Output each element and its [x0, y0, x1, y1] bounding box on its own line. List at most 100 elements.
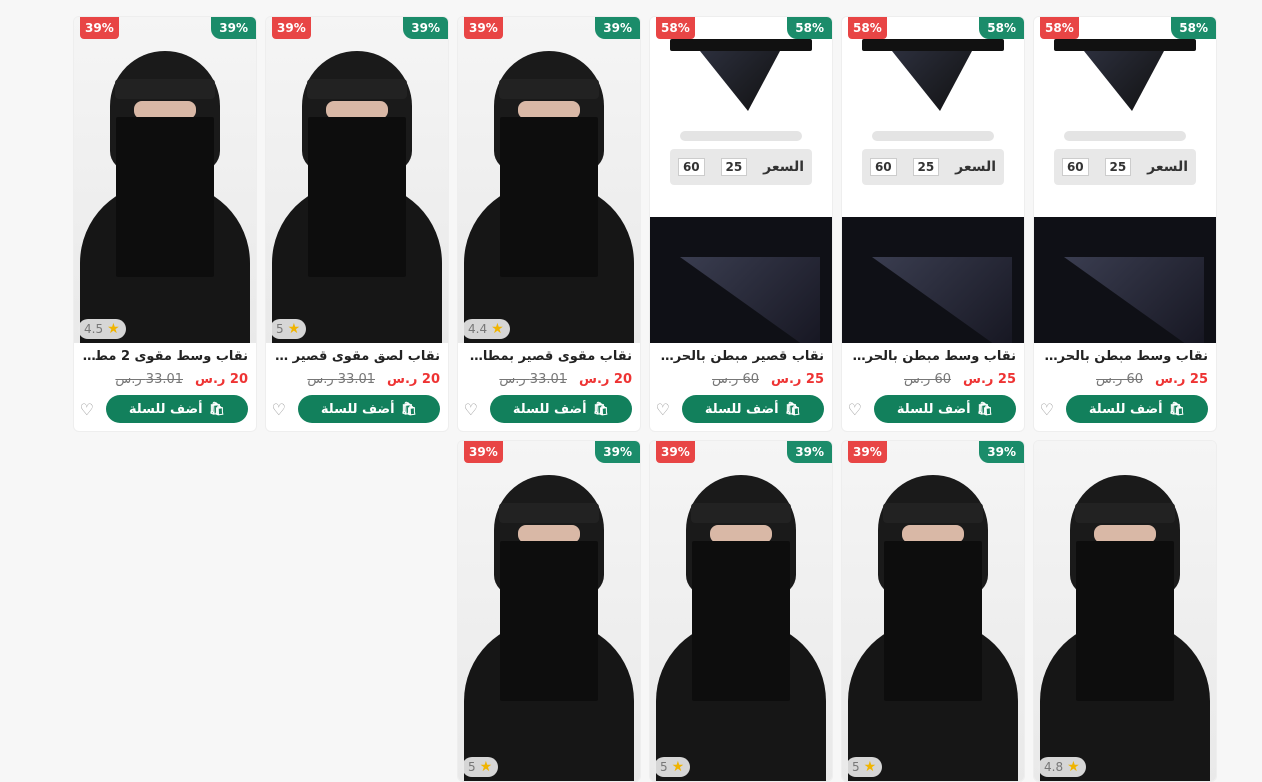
product-title[interactable]: نقاب وسط مقوى 2 مطاط...: [82, 349, 248, 364]
product-image[interactable]: 39% 39% 4.5 ★: [74, 17, 256, 343]
star-icon: ★: [1067, 759, 1080, 775]
discount-badge: 58%: [656, 17, 695, 39]
product-card[interactable]: 60 25 السعر 58% 58% نقاب وسط مبطن بالحرير.…: [841, 16, 1025, 432]
product-image[interactable]: 4.8 ★: [1034, 441, 1216, 781]
product-title[interactable]: نقاب لصق مقوى قصير بمطا...: [274, 349, 440, 364]
discount-badge: 39%: [848, 441, 887, 463]
discount-badge-green: 39%: [211, 17, 256, 39]
product-image[interactable]: 60 25 السعر 58% 58%: [842, 17, 1024, 343]
star-icon: ★: [287, 321, 301, 337]
diagram-old-price: 60: [677, 158, 705, 176]
price-current: 25 ر.س: [1155, 372, 1208, 387]
add-to-cart-label: أضف للسلة: [512, 401, 587, 417]
discount-badge-green: 58%: [787, 17, 832, 39]
price-current: 25 ر.س: [771, 372, 824, 387]
price-current: 20 ر.س: [387, 372, 440, 387]
add-to-cart-button[interactable]: 🛍 أضف للسلة: [298, 395, 440, 423]
product-card[interactable]: 39% 39% 4.5★ نقاب وسط مقوى 2 مطاط... 20 …: [73, 16, 257, 432]
product-diagram-image: 60 25 السعر: [650, 17, 832, 343]
product-image[interactable]: 39% 39% 5 ★: [458, 441, 640, 781]
rating-badge: 5 ★: [462, 757, 499, 777]
heart-icon[interactable]: ♡: [464, 398, 478, 420]
rating-badge: 4.4 ★: [462, 319, 510, 339]
diagram-old-price: 60: [1061, 158, 1089, 176]
product-image[interactable]: 39% 39% 5 ★: [266, 17, 448, 343]
product-card[interactable]: 39% 39% 5 ★: [457, 440, 641, 782]
rating-value: 5: [276, 322, 284, 336]
discount-badge-green: 39%: [595, 441, 640, 463]
product-title[interactable]: نقاب مقوى قصير بمطاط مائل: [466, 349, 632, 364]
product-card[interactable]: 39% 39% 4.4★ نقاب مقوى قصير بمطاط مائل 2…: [457, 16, 641, 432]
add-to-cart-button[interactable]: 🛍 أضف للسلة: [682, 395, 824, 423]
product-image[interactable]: 39% 39% 5 ★: [650, 441, 832, 781]
discount-badge-green: 39%: [787, 441, 832, 463]
heart-icon[interactable]: ♡: [1040, 398, 1054, 420]
add-to-cart-button[interactable]: 🛍 أضف للسلة: [106, 395, 248, 423]
product-title[interactable]: نقاب وسط مبطن بالحرير...: [1042, 349, 1208, 364]
product-diagram-image: 60 25 السعر: [1034, 17, 1216, 343]
diagram-new-price: 25: [912, 158, 940, 176]
product-photo: [74, 17, 256, 343]
product-card[interactable]: 4.8 ★: [1033, 440, 1217, 782]
discount-badge: 39%: [80, 17, 119, 39]
discount-badge: 39%: [656, 441, 695, 463]
star-icon: ★: [107, 321, 120, 337]
heart-icon[interactable]: ♡: [80, 398, 94, 420]
add-to-cart-label: أضف للسلة: [1088, 401, 1163, 417]
price-old: 60 ر.س: [712, 372, 760, 387]
star-icon: ★: [491, 321, 504, 337]
bag-icon: 🛍: [208, 401, 226, 417]
add-to-cart-label: أضف للسلة: [704, 401, 779, 417]
price-current: 20 ر.س: [195, 372, 248, 387]
add-to-cart-button[interactable]: 🛍 أضف للسلة: [490, 395, 632, 423]
bag-icon: 🛍: [592, 401, 610, 417]
product-image[interactable]: 39% 39% 5 ★: [842, 441, 1024, 781]
product-card[interactable]: 39% 39% 5 ★: [649, 440, 833, 782]
rating-badge: 4.8 ★: [1038, 757, 1086, 777]
product-card[interactable]: 39% 39% 5★ نقاب لصق مقوى قصير بمطا... 20…: [265, 16, 449, 432]
rating-value: 4.4: [468, 322, 488, 336]
price-old: 33.01 ر.س: [307, 372, 376, 387]
rating-value: 5: [468, 760, 476, 774]
bag-icon: 🛍: [400, 401, 418, 417]
star-icon: ★: [671, 759, 685, 775]
diagram-price-word: السعر: [955, 159, 997, 175]
product-title[interactable]: نقاب وسط مبطن بالحرير...: [850, 349, 1016, 364]
diagram-new-price: 25: [1104, 158, 1132, 176]
heart-icon[interactable]: ♡: [848, 398, 862, 420]
product-image[interactable]: 60 25 السعر 58% 58%: [1034, 17, 1216, 343]
star-icon: ★: [479, 759, 493, 775]
bag-icon: 🛍: [1168, 401, 1186, 417]
add-to-cart-label: أضف للسلة: [320, 401, 395, 417]
rating-badge: 5 ★: [270, 319, 307, 339]
product-card[interactable]: 60 25 السعر 58% 58% نقاب وسط مبطن بالحرير.…: [1033, 16, 1217, 432]
product-image[interactable]: 60 25 السعر 58% 58%: [650, 17, 832, 343]
product-title[interactable]: نقاب قصير مبطن بالحرير...: [658, 349, 824, 364]
rating-badge: 4.5 ★: [78, 319, 126, 339]
discount-badge-green: 58%: [1171, 17, 1216, 39]
heart-icon[interactable]: ♡: [656, 398, 670, 420]
product-image[interactable]: 39% 39% 4.4 ★: [458, 17, 640, 343]
discount-badge: 58%: [1040, 17, 1079, 39]
rating-value: 5: [660, 760, 668, 774]
rating-badge: 5 ★: [654, 757, 691, 777]
product-photo: [842, 441, 1024, 781]
discount-badge: 39%: [272, 17, 311, 39]
discount-badge-green: 39%: [979, 441, 1024, 463]
rating-value: 4.5: [84, 322, 104, 336]
heart-icon[interactable]: ♡: [272, 398, 286, 420]
add-to-cart-button[interactable]: 🛍 أضف للسلة: [874, 395, 1016, 423]
product-photo: [1034, 441, 1216, 781]
product-card[interactable]: 39% 39% 5 ★: [841, 440, 1025, 782]
product-photo: [458, 441, 640, 781]
price-current: 25 ر.س: [963, 372, 1016, 387]
price-current: 20 ر.س: [579, 372, 632, 387]
price-old: 60 ر.س: [1096, 372, 1144, 387]
rating-badge: 5 ★: [846, 757, 883, 777]
add-to-cart-button[interactable]: 🛍 أضف للسلة: [1066, 395, 1208, 423]
rating-value: 5: [852, 760, 860, 774]
product-card[interactable]: 60 25 السعر 58% 58% نقاب قصير مبطن بالحرير…: [649, 16, 833, 432]
product-diagram-image: 60 25 السعر: [842, 17, 1024, 343]
product-photo: [266, 17, 448, 343]
price-old: 33.01 ر.س: [115, 372, 184, 387]
